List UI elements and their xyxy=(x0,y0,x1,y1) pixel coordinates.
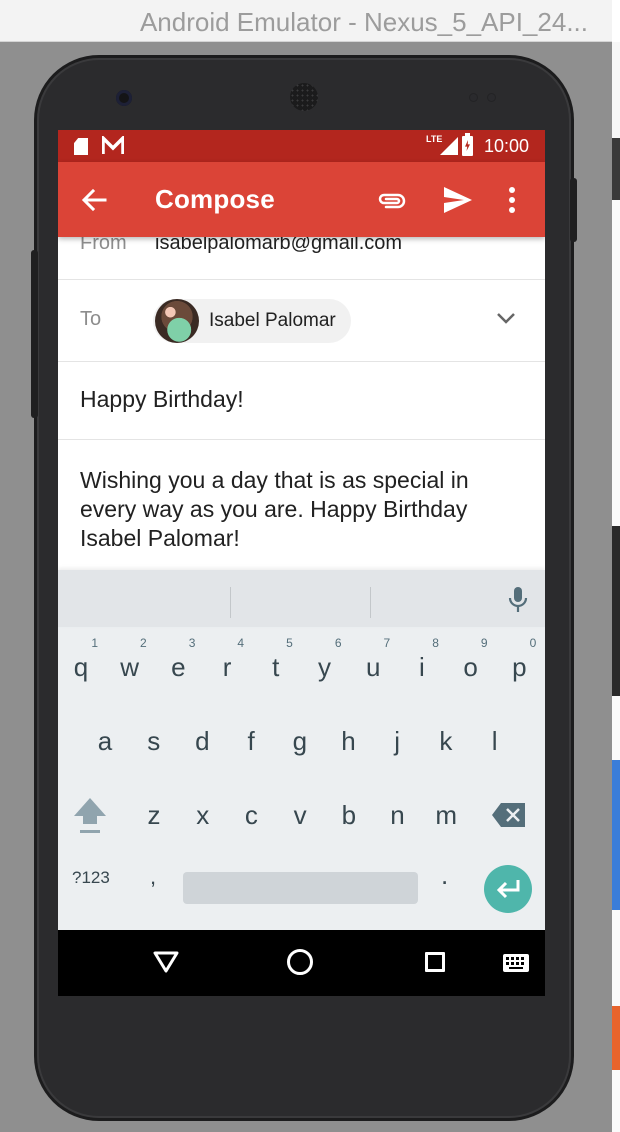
key-l[interactable]: l xyxy=(472,710,518,772)
key-g[interactable]: g xyxy=(277,710,323,772)
from-address[interactable]: isabelpalomarb@gmail.com xyxy=(155,237,402,255)
key-e[interactable]: e3 xyxy=(155,636,201,698)
key-v[interactable]: v xyxy=(277,784,323,846)
key-d[interactable]: d xyxy=(179,710,225,772)
key-r[interactable]: r4 xyxy=(204,636,250,698)
key-a[interactable]: a xyxy=(82,710,128,772)
battery-charging-icon xyxy=(462,133,473,156)
key-p[interactable]: p0 xyxy=(496,636,542,698)
space-key[interactable] xyxy=(183,872,418,904)
key-c[interactable]: c xyxy=(228,784,274,846)
chevron-down-icon[interactable] xyxy=(495,310,517,326)
emulator-title-bar: Android Emulator - Nexus_5_API_24... xyxy=(0,0,612,42)
from-label: From xyxy=(80,237,127,254)
avatar xyxy=(155,299,199,343)
backspace-icon[interactable] xyxy=(491,802,527,828)
key-s[interactable]: s xyxy=(131,710,177,772)
key-hint: 6 xyxy=(334,636,342,650)
suggestion-divider xyxy=(370,587,371,618)
keyboard-icon[interactable] xyxy=(502,953,530,973)
key-hint: 0 xyxy=(529,636,537,650)
key-h[interactable]: h xyxy=(326,710,372,772)
message-body-field[interactable]: Wishing you a day that is as special in … xyxy=(80,466,520,553)
key-hint: 1 xyxy=(91,636,98,650)
nav-recents-icon[interactable] xyxy=(425,952,445,972)
page-title: Compose xyxy=(155,184,275,214)
shift-icon[interactable] xyxy=(72,796,108,836)
subject-field[interactable]: Happy Birthday! xyxy=(80,386,244,413)
back-arrow-icon[interactable] xyxy=(80,186,108,214)
key-z[interactable]: z xyxy=(131,784,177,846)
more-vert-icon[interactable] xyxy=(506,186,518,214)
key-hint: 5 xyxy=(286,636,293,650)
signal-icon xyxy=(440,137,458,155)
enter-icon xyxy=(496,880,520,899)
subject-row[interactable]: Happy Birthday! xyxy=(58,362,545,440)
nav-back-icon[interactable] xyxy=(153,949,179,975)
period-key[interactable]: . xyxy=(441,860,448,891)
key-u[interactable]: u7 xyxy=(350,636,396,698)
key-hint: 3 xyxy=(188,636,196,650)
soft-keyboard: q1w2e3r4t5y6u7i8o9p0 asdfghjkl zxcvbnm ?… xyxy=(58,570,545,930)
key-j[interactable]: j xyxy=(374,710,420,772)
proximity-sensor xyxy=(470,94,477,101)
enter-key[interactable] xyxy=(484,865,532,913)
symbols-key[interactable]: ?123 xyxy=(72,868,110,888)
key-q[interactable]: q1 xyxy=(58,636,104,698)
key-o[interactable]: o9 xyxy=(448,636,494,698)
app-bar: Compose xyxy=(58,162,545,237)
suggestion-divider xyxy=(230,587,231,618)
n-notification-icon xyxy=(102,136,124,154)
key-f[interactable]: f xyxy=(228,710,274,772)
suggestion-bar xyxy=(58,570,545,627)
power-button[interactable] xyxy=(570,178,577,242)
from-row[interactable]: From isabelpalomarb@gmail.com xyxy=(58,237,545,280)
sd-card-icon xyxy=(74,138,88,155)
key-t[interactable]: t5 xyxy=(253,636,299,698)
recipient-name: Isabel Palomar xyxy=(209,310,336,331)
key-hint: 4 xyxy=(237,636,245,650)
key-hint: 7 xyxy=(383,636,391,650)
recipient-chip[interactable]: Isabel Palomar xyxy=(153,299,351,343)
phone-screen: LTE 10:00 Compose From isabelpalomarb@gm… xyxy=(58,130,545,996)
comma-key[interactable]: , xyxy=(150,864,156,890)
key-hint: 8 xyxy=(432,636,439,650)
key-x[interactable]: x xyxy=(180,784,226,846)
key-y[interactable]: y6 xyxy=(302,636,348,698)
status-bar: LTE 10:00 xyxy=(58,130,545,162)
front-camera xyxy=(116,90,132,106)
key-n[interactable]: n xyxy=(375,784,421,846)
to-row[interactable]: To Isabel Palomar xyxy=(58,280,545,362)
volume-button[interactable] xyxy=(31,250,38,418)
key-m[interactable]: m xyxy=(423,784,469,846)
nav-home-icon[interactable] xyxy=(287,949,313,975)
navigation-bar xyxy=(58,930,545,996)
key-b[interactable]: b xyxy=(326,784,372,846)
background-window-edge xyxy=(612,0,620,1132)
key-i[interactable]: i8 xyxy=(399,636,445,698)
send-icon[interactable] xyxy=(442,185,474,215)
key-hint: 9 xyxy=(480,636,488,650)
key-k[interactable]: k xyxy=(423,710,469,772)
key-w[interactable]: w2 xyxy=(107,636,153,698)
to-label: To xyxy=(80,308,102,330)
mic-icon[interactable] xyxy=(508,586,528,614)
key-hint: 2 xyxy=(140,636,147,650)
attach-icon[interactable] xyxy=(376,188,408,212)
status-time: 10:00 xyxy=(484,136,530,156)
light-sensor xyxy=(488,94,495,101)
emulator-window-title: Android Emulator - Nexus_5_API_24... xyxy=(139,7,588,37)
earpiece-speaker xyxy=(290,83,318,111)
